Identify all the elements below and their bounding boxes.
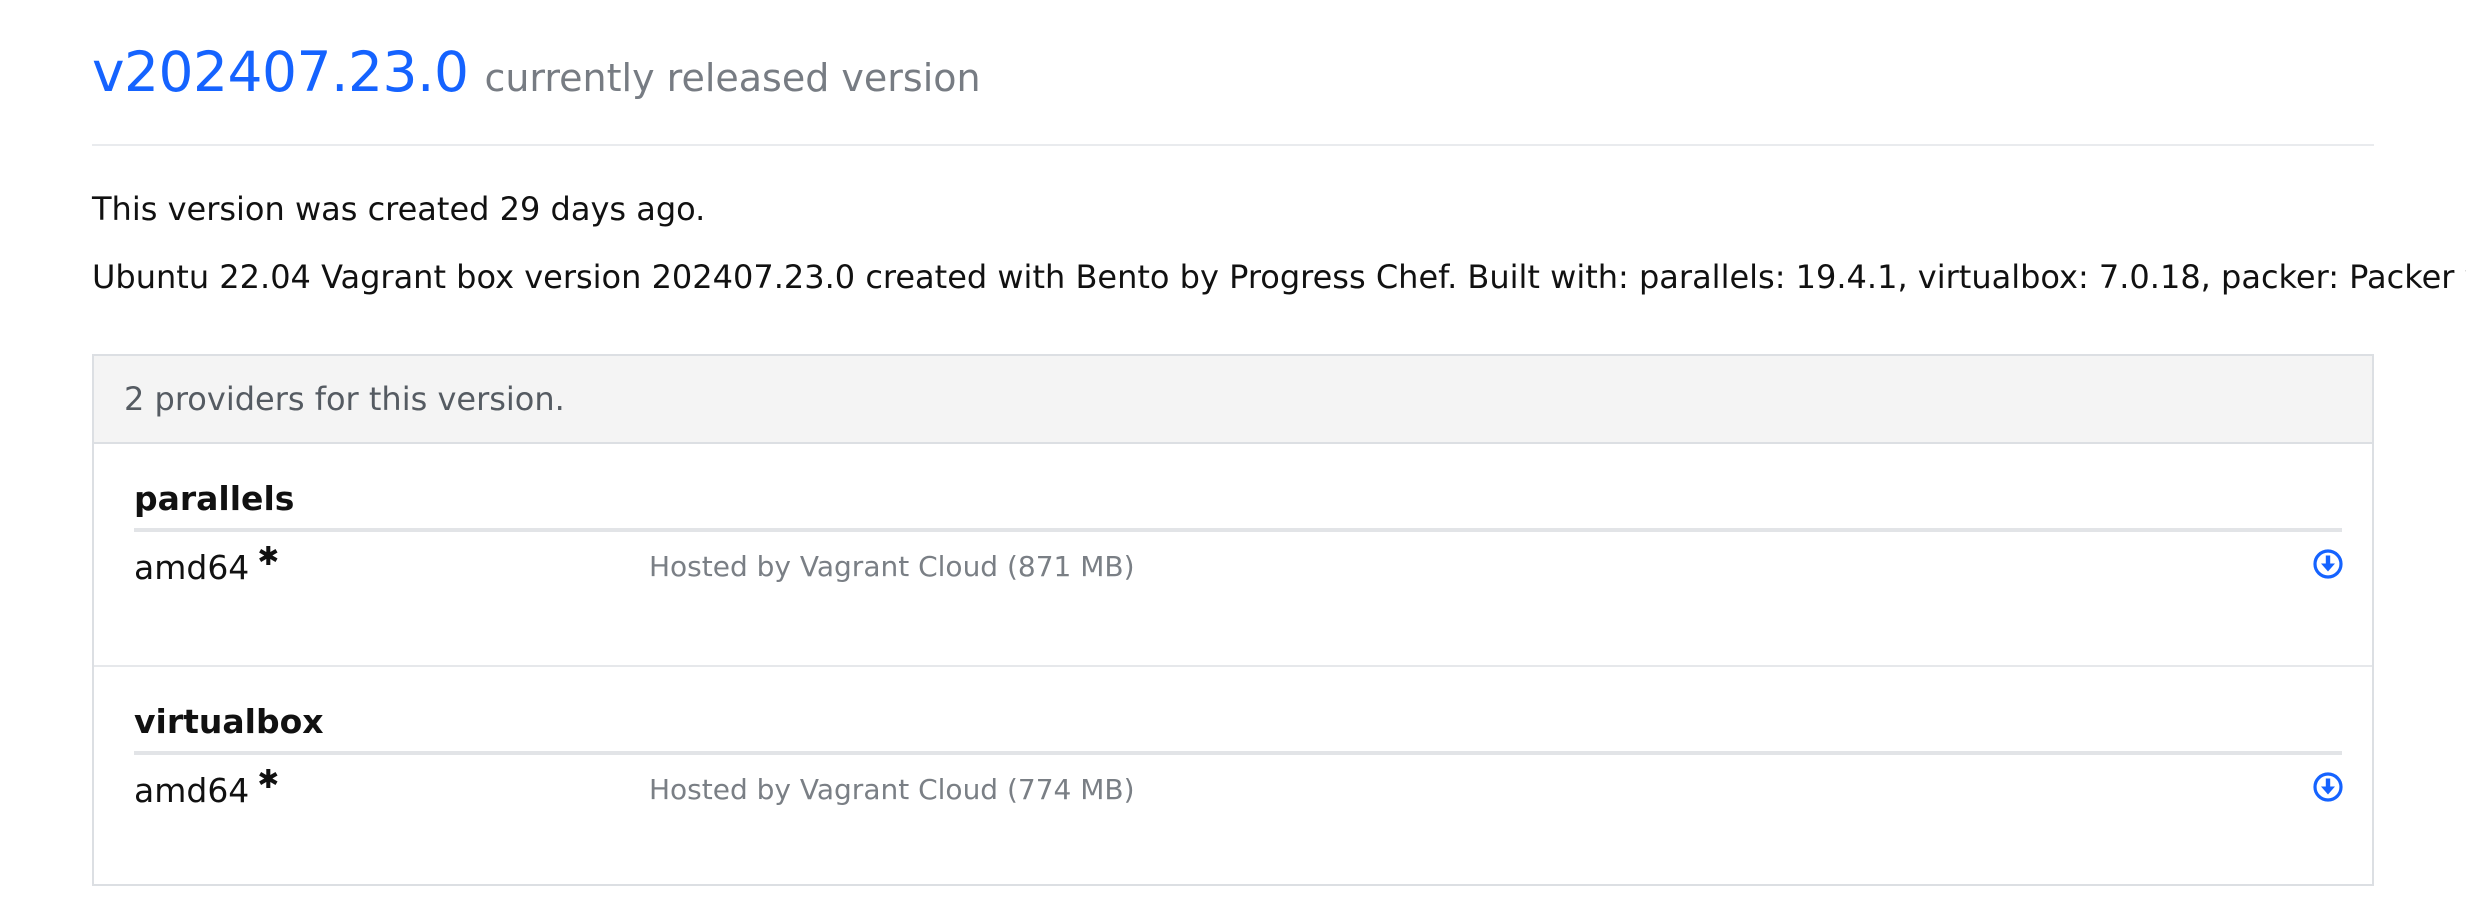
provider-name: parallels [134,476,2342,532]
version-header: v202407.23.0 currently released version [92,0,2374,104]
providers-heading: 2 providers for this version. [94,356,2372,444]
providers-panel: 2 providers for this version. parallels … [92,354,2374,886]
provider-row: amd64 ✱ Hosted by Vagrant Cloud (871 MB) [134,532,2344,602]
header-divider [92,144,2374,146]
version-title-link[interactable]: v202407.23.0 [92,40,469,104]
version-description: Ubuntu 22.04 Vagrant box version 202407.… [92,258,2466,296]
provider-parallels: parallels amd64 ✱ Hosted by Vagrant Cloud… [94,444,2372,665]
download-circle-icon[interactable] [2312,548,2344,580]
hosting-info: Hosted by Vagrant Cloud (774 MB) [649,773,1135,806]
architecture: amd64 ✱ [134,765,279,810]
default-arch-marker: ✱ [257,765,280,795]
architecture: amd64 ✱ [134,542,279,587]
architecture-label: amd64 [134,548,250,587]
default-arch-marker: ✱ [257,542,280,572]
page: v202407.23.0 currently released version … [0,0,2466,908]
provider-name: virtualbox [134,699,2342,755]
provider-virtualbox: virtualbox amd64 ✱ Hosted by Vagrant Clou… [94,665,2372,886]
architecture-label: amd64 [134,771,250,810]
provider-row: amd64 ✱ Hosted by Vagrant Cloud (774 MB) [134,755,2344,825]
version-subtitle: currently released version [484,56,981,100]
hosting-info: Hosted by Vagrant Cloud (871 MB) [649,550,1135,583]
download-circle-icon[interactable] [2312,771,2344,803]
created-text: This version was created 29 days ago. [92,190,706,228]
